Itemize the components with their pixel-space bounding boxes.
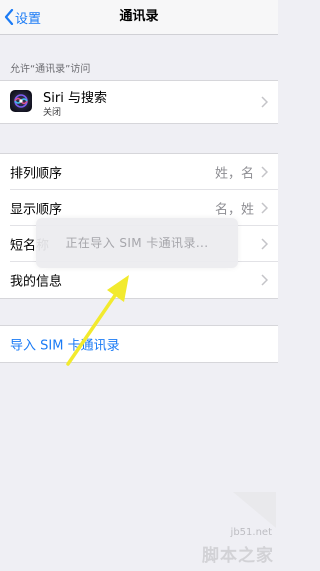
sort-order-value: 姓，名: [214, 166, 254, 182]
chevron-right-icon: [261, 238, 268, 250]
nav-bar: 设置 通讯录: [0, 0, 278, 35]
import-sim-row[interactable]: 导入 SIM 卡通讯录: [0, 326, 278, 362]
watermark-logo: 脚本之家: [202, 546, 274, 566]
sort-order-row[interactable]: 排列顺序 姓，名: [0, 154, 278, 190]
sort-order-label: 排列顺序: [10, 166, 63, 182]
siri-search-row[interactable]: Siri 与搜索 关闭: [0, 81, 278, 123]
chevron-right-icon: [261, 274, 268, 286]
chevron-right-icon: [261, 96, 268, 108]
my-info-label: 我的信息: [10, 274, 63, 290]
display-order-label: 显示顺序: [10, 202, 63, 218]
toast-message: 正在导入 SIM 卡通讯录...: [65, 236, 209, 250]
chevron-right-icon: [261, 202, 268, 214]
import-sim-button[interactable]: 导入 SIM 卡通讯录: [10, 335, 120, 354]
import-group: 导入 SIM 卡通讯录: [0, 325, 278, 363]
siri-title: Siri 与搜索: [43, 91, 107, 106]
importing-toast: 正在导入 SIM 卡通讯录...: [36, 218, 238, 268]
page-title: 通讯录: [119, 9, 159, 24]
access-group: Siri 与搜索 关闭: [0, 80, 278, 124]
section-header-access: 允许“通讯录”访问: [10, 64, 91, 75]
siri-subtitle: 关闭: [43, 108, 62, 118]
watermark-site: jb51.net: [230, 527, 272, 538]
watermark-corner-icon: [233, 492, 276, 528]
chevron-right-icon: [261, 166, 268, 178]
siri-icon: [10, 90, 32, 112]
display-order-value: 名，姓: [214, 202, 254, 218]
